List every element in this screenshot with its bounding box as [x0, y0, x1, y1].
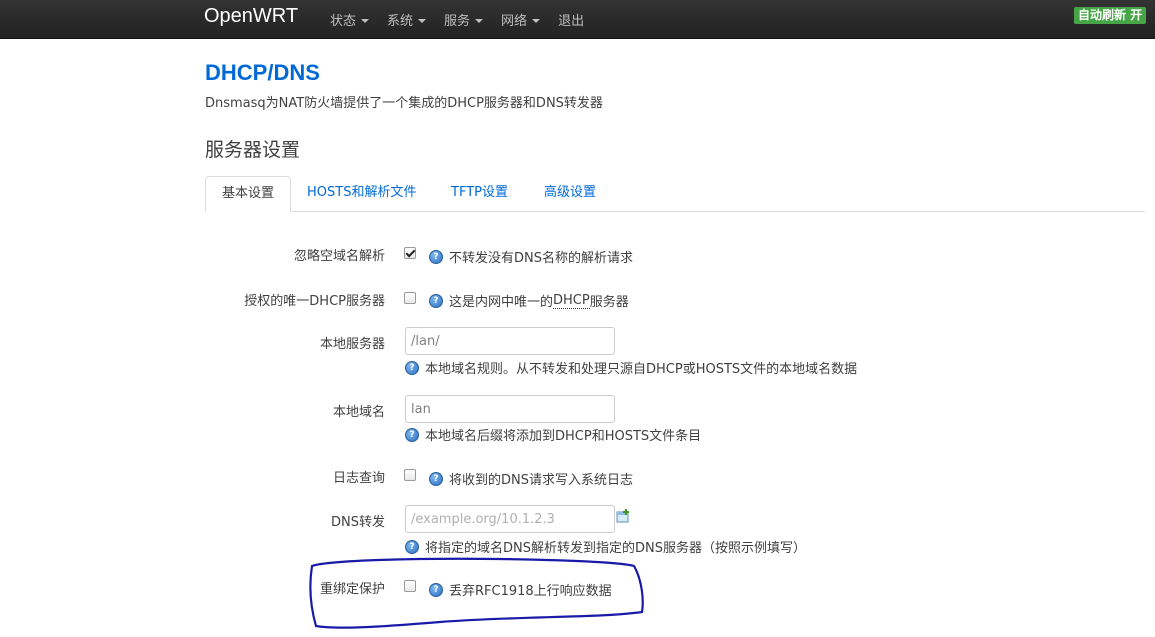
logqueries-help: ? 将收到的DNS请求写入系统日志 [429, 469, 633, 488]
rebind-protection-help: ? 丢弃RFC1918上行响应数据 [429, 580, 612, 599]
caret-down-icon [361, 18, 370, 23]
local-server-help: ? 本地域名规则。从不转发和处理只源自DHCP或HOSTS文件的本地域名数据 [405, 358, 857, 377]
autorefresh-toggle[interactable]: 自动刷新 开 [1074, 7, 1147, 24]
rebind-protection-label: 重绑定保护 [319, 582, 385, 597]
top-navbar: OpenWRT 状态 系统 服务 网络 退出 自动刷新 开 [0, 0, 1155, 39]
local-domain-label: 本地域名 [332, 405, 385, 420]
brand-logo[interactable]: OpenWRT [204, 5, 298, 28]
caret-down-icon [418, 18, 427, 23]
tab-hosts-resolv[interactable]: HOSTS和解析文件 [291, 176, 432, 211]
menu-network[interactable]: 网络 [501, 10, 541, 29]
dns-forward-help: ? 将指定的域名DNS解析转发到指定的DNS服务器（按照示例填写） [405, 537, 806, 556]
local-domain-help: ? 本地域名后缀将添加到DHCP和HOSTS文件条目 [405, 425, 701, 444]
menu-logout[interactable]: 退出 [558, 10, 584, 29]
help-icon: ? [429, 293, 443, 308]
logqueries-label: 日志查询 [332, 471, 385, 486]
menu-services[interactable]: 服务 [444, 10, 484, 29]
caret-down-icon [475, 18, 484, 23]
tab-tftp[interactable]: TFTP设置 [435, 176, 524, 211]
section-title: 服务器设置 [205, 139, 301, 161]
add-icon[interactable] [616, 509, 630, 523]
rebind-protection-checkbox[interactable] [404, 580, 416, 592]
tab-advanced[interactable]: 高级设置 [528, 176, 612, 211]
help-icon: ? [405, 539, 419, 554]
settings-tabs: 基本设置 HOSTS和解析文件 TFTP设置 高级设置 [205, 176, 1145, 212]
dhcp-abbr: DHCP [553, 292, 590, 309]
local-domain-input[interactable] [405, 395, 615, 423]
dns-forward-label: DNS转发 [331, 515, 385, 530]
authoritative-label: 授权的唯一DHCP服务器 [244, 294, 385, 309]
authoritative-help: ? 这是内网中唯一的 DHCP 服务器 [429, 291, 629, 310]
caret-down-icon [532, 18, 541, 23]
page-description: Dnsmasq为NAT防火墙提供了一个集成的DHCP服务器和DNS转发器 [205, 96, 603, 111]
help-icon: ? [429, 471, 443, 486]
domainneeded-label: 忽略空域名解析 [293, 249, 385, 264]
help-icon: ? [405, 427, 419, 442]
logqueries-checkbox[interactable] [404, 469, 416, 481]
dns-forward-input[interactable] [405, 505, 615, 533]
domainneeded-checkbox[interactable] [404, 247, 416, 259]
local-server-input[interactable] [405, 327, 615, 355]
help-icon: ? [405, 360, 419, 375]
help-icon: ? [429, 582, 443, 597]
local-server-label: 本地服务器 [319, 337, 385, 352]
domainneeded-help: ? 不转发没有DNS名称的解析请求 [429, 247, 633, 266]
tab-basic-settings[interactable]: 基本设置 [205, 176, 292, 212]
main-menu: 状态 系统 服务 网络 退出 [330, 10, 602, 29]
authoritative-checkbox[interactable] [404, 292, 416, 304]
page-title: DHCP/DNS [205, 60, 320, 85]
help-icon: ? [429, 249, 443, 264]
menu-system[interactable]: 系统 [387, 10, 427, 29]
menu-status[interactable]: 状态 [330, 10, 370, 29]
